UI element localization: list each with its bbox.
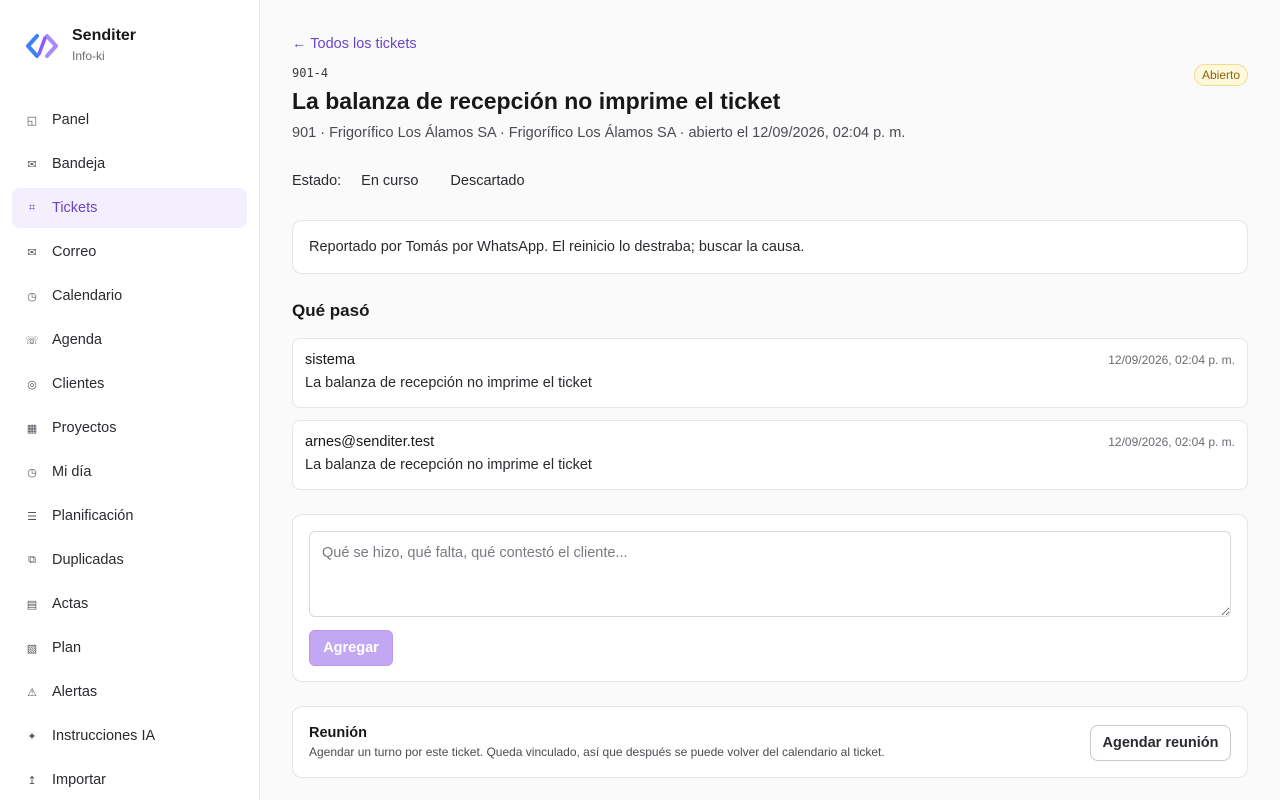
sidebar-item-label: Calendario xyxy=(52,288,123,304)
sidebar-item-label: Importar xyxy=(52,772,106,788)
sidebar-item-label: Tickets xyxy=(52,200,98,216)
schedule-meeting-button[interactable]: Agendar reunión xyxy=(1090,725,1231,761)
sidebar-item-bandeja[interactable]: ✉ Bandeja xyxy=(12,144,247,184)
sidebar-item-label: Agenda xyxy=(52,332,102,348)
state-selector: Estado: En curso Descartado xyxy=(292,173,557,189)
sidebar-item-label: Plan xyxy=(52,640,82,656)
planning-icon: ☰ xyxy=(27,509,37,523)
state-label: Estado: xyxy=(292,173,342,189)
sidebar: Senditer Info-ki ◱ Panel ✉ Bandeja ⌗ Tickets ✉… xyxy=(0,0,260,800)
sidebar-item-panel[interactable]: ◱ Panel xyxy=(12,100,247,140)
history-event: arnes@senditer.test 12/09/2026, 02:04 p.… xyxy=(292,420,1248,490)
sparkle-icon: ✦ xyxy=(27,729,37,743)
duplicates-icon: ⧉ xyxy=(28,553,36,566)
sidebar-item-correo[interactable]: ✉ Correo xyxy=(12,232,247,272)
history-title: Qué pasó xyxy=(292,301,370,320)
sidebar-item-label: Actas xyxy=(52,596,89,612)
sidebar-item-label: Instrucciones IA xyxy=(52,728,156,744)
sidebar-item-label: Duplicadas xyxy=(52,552,124,568)
sidebar-item-instrucciones-ia[interactable]: ✦ Instrucciones IA xyxy=(12,716,247,756)
sidebar-item-label: Proyectos xyxy=(52,420,117,436)
sidebar-item-importar[interactable]: ↥ Importar xyxy=(12,760,247,800)
senditer-logo-icon xyxy=(26,34,58,58)
ticket-meta: 901 · Frigorífico Los Álamos SA · Frigor… xyxy=(292,125,906,141)
state-option-en-curso[interactable]: En curso xyxy=(361,173,418,189)
sidebar-item-label: Clientes xyxy=(52,376,105,392)
comment-form: Agregar xyxy=(292,514,1248,682)
sidebar-item-tickets[interactable]: ⌗ Tickets xyxy=(12,188,247,228)
ticket-code: 901-4 xyxy=(292,66,329,80)
sidebar-item-proyectos[interactable]: ▦ Proyectos xyxy=(12,408,247,448)
sidebar-item-label: Bandeja xyxy=(52,156,106,172)
sidebar-nav: ◱ Panel ✉ Bandeja ⌗ Tickets ✉ Correo ◷ Calendario… xyxy=(12,100,247,800)
add-comment-button[interactable]: Agregar xyxy=(309,630,393,666)
sidebar-item-actas[interactable]: ▤ Actas xyxy=(12,584,247,624)
ticket-detail: ← Todos los tickets 901-4 Abierto La bal… xyxy=(292,0,1248,800)
meeting-title: Reunión xyxy=(309,725,367,741)
my-day-icon: ◷ xyxy=(27,465,37,479)
sidebar-item-alertas[interactable]: ⚠ Alertas xyxy=(12,672,247,712)
sidebar-item-planificación[interactable]: ☰ Planificación xyxy=(12,496,247,536)
projects-icon: ▦ xyxy=(26,421,38,435)
event-time: 12/09/2026, 02:04 p. m. xyxy=(1108,435,1235,449)
sidebar-item-label: Mi día xyxy=(52,464,92,480)
event-author: sistema xyxy=(305,352,355,368)
event-text: La balanza de recepción no imprime el ti… xyxy=(305,457,592,473)
phone-icon: ☏ xyxy=(25,333,39,347)
history-event: sistema 12/09/2026, 02:04 p. m. La balan… xyxy=(292,338,1248,408)
brand-name: Senditer xyxy=(72,27,137,44)
ticket-icon: ⌗ xyxy=(28,201,36,214)
sidebar-item-label: Panel xyxy=(52,112,90,128)
clock-icon: ◷ xyxy=(27,289,37,303)
sidebar-item-calendario[interactable]: ◷ Calendario xyxy=(12,276,247,316)
state-option-descartado[interactable]: Descartado xyxy=(450,173,524,189)
sidebar-item-mi-día[interactable]: ◷ Mi día xyxy=(12,452,247,492)
plan-icon: ▧ xyxy=(26,641,38,655)
meeting-card: Reunión Agendar un turno por este ticket… xyxy=(292,706,1248,778)
sidebar-item-label: Planificación xyxy=(52,508,134,524)
mail-icon: ✉ xyxy=(27,245,37,259)
event-author: arnes@senditer.test xyxy=(305,434,435,450)
sidebar-item-label: Correo xyxy=(52,244,97,260)
inbox-icon: ✉ xyxy=(27,157,37,171)
sidebar-item-label: Alertas xyxy=(52,684,98,700)
workspace-name: Info-ki xyxy=(72,49,105,63)
event-time: 12/09/2026, 02:04 p. m. xyxy=(1108,353,1235,367)
panel-icon: ◱ xyxy=(26,113,38,127)
meeting-description: Agendar un turno por este ticket. Queda … xyxy=(309,745,885,759)
clients-icon: ◎ xyxy=(27,377,37,391)
page-title: La balanza de recepción no imprime el ti… xyxy=(292,88,781,114)
status-badge: Abierto xyxy=(1193,64,1248,86)
back-to-tickets-link[interactable]: ← Todos los tickets xyxy=(292,36,417,52)
event-text: La balanza de recepción no imprime el ti… xyxy=(305,375,592,391)
sidebar-item-agenda[interactable]: ☏ Agenda xyxy=(12,320,247,360)
sidebar-item-clientes[interactable]: ◎ Clientes xyxy=(12,364,247,404)
sidebar-item-plan[interactable]: ▧ Plan xyxy=(12,628,247,668)
alert-icon: ⚠ xyxy=(27,685,37,699)
brand[interactable]: Senditer Info-ki xyxy=(24,26,136,64)
comment-input[interactable] xyxy=(309,531,1231,617)
minutes-icon: ▤ xyxy=(26,597,38,611)
sidebar-item-duplicadas[interactable]: ⧉ Duplicadas xyxy=(12,540,247,580)
ticket-note: Reportado por Tomás por WhatsApp. El rei… xyxy=(292,220,1248,274)
import-icon: ↥ xyxy=(27,773,37,787)
